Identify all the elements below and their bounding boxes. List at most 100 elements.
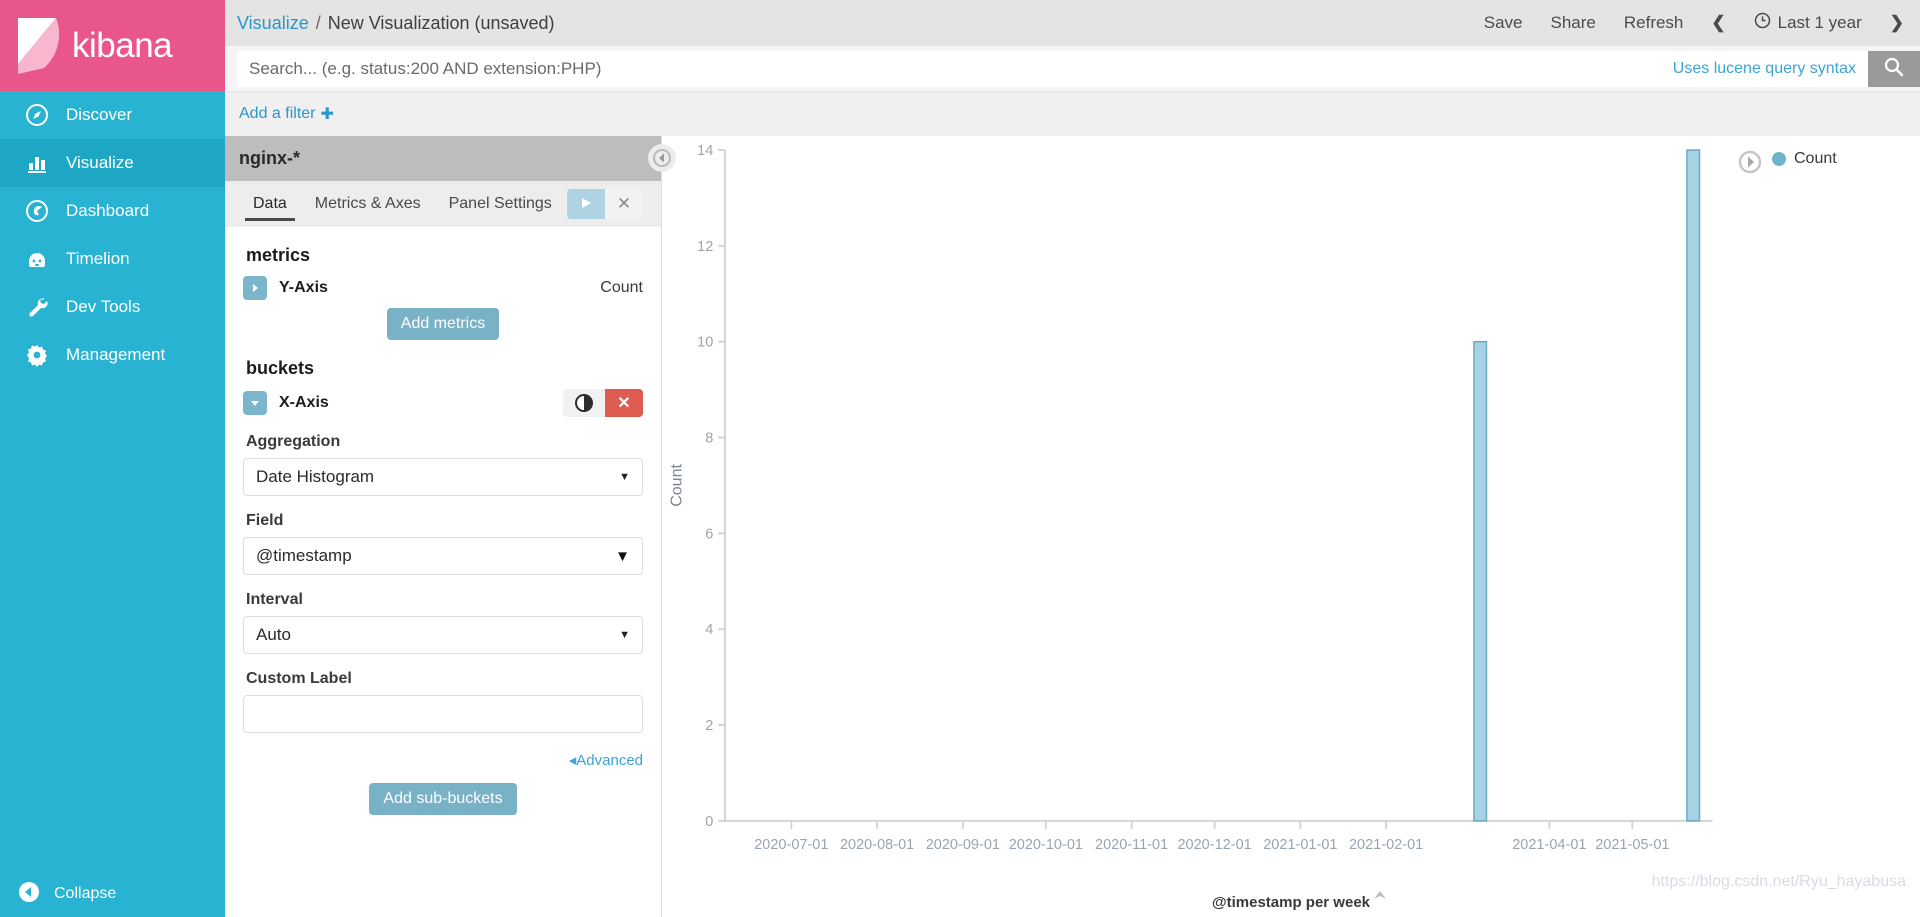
svg-text:2020-07-01: 2020-07-01	[754, 837, 828, 853]
svg-text:12: 12	[697, 239, 713, 255]
sidebar-item-label: Timelion	[66, 249, 130, 268]
top-navbar: Visualize / New Visualization (unsaved) …	[225, 0, 1920, 46]
chart-legend: Count	[1730, 136, 1920, 917]
chevron-down-icon: ▼	[615, 547, 630, 565]
sidebar-item-label: Dashboard	[66, 201, 150, 220]
bucket-label: X-Axis	[279, 394, 329, 411]
add-metrics-row: Add metrics	[243, 308, 643, 340]
svg-text:2020-08-01: 2020-08-01	[840, 837, 914, 853]
expand-right-icon[interactable]	[243, 276, 267, 300]
tab-panel-settings[interactable]: Panel Settings	[435, 181, 566, 227]
bar-chart-svg[interactable]: 0 2 4 6 8 10 12 14 Count 2020-07-01 2020-08-01 2020…	[662, 136, 1730, 917]
interval-select[interactable]: Auto ▼	[243, 616, 643, 654]
breadcrumb: Visualize / New Visualization (unsaved)	[237, 13, 555, 34]
sidebar-collapse-button[interactable]: Collapse	[0, 871, 225, 917]
chevron-left-icon[interactable]: ❮	[1711, 13, 1725, 33]
visualization-chart-area: 0 2 4 6 8 10 12 14 Count 2020-07-01 2020-08-01 2020…	[648, 136, 1920, 917]
search-input[interactable]	[249, 58, 1673, 79]
kibana-app: kibana Discover Visualize Dashboard Time	[0, 0, 1920, 917]
sidebar-item-management[interactable]: Management	[0, 331, 225, 379]
sidebar-item-label: Visualize	[66, 153, 134, 172]
field-select[interactable]: @timestamp ▼	[243, 537, 643, 575]
chevron-left-circle-icon[interactable]	[648, 144, 676, 172]
close-icon: ✕	[616, 194, 632, 213]
save-button[interactable]: Save	[1484, 13, 1523, 33]
svg-text:2: 2	[705, 718, 713, 734]
time-picker-button[interactable]: Last 1 year	[1754, 12, 1862, 34]
metrics-heading: metrics	[246, 245, 311, 265]
dashboard-icon	[24, 198, 50, 224]
apply-changes-button[interactable]	[567, 189, 605, 219]
kibana-logo-icon	[14, 17, 66, 74]
toggle-switch-icon[interactable]	[563, 389, 605, 417]
breadcrumb-separator: /	[315, 12, 321, 33]
chevron-up-icon[interactable]	[1367, 883, 1393, 909]
sidebar-item-label: Management	[66, 345, 166, 364]
compass-icon	[24, 102, 50, 128]
sidebar-item-timelion[interactable]: Timelion	[0, 235, 225, 283]
svg-text:2021-01-01: 2021-01-01	[1263, 837, 1337, 853]
search-button[interactable]	[1868, 50, 1920, 87]
chart-flex: 0 2 4 6 8 10 12 14 Count 2020-07-01 2020-08-01 2020…	[662, 136, 1920, 917]
legend-color-swatch	[1772, 152, 1786, 166]
refresh-button[interactable]: Refresh	[1624, 13, 1684, 33]
add-metrics-button[interactable]: Add metrics	[386, 308, 500, 340]
svg-text:0: 0	[705, 814, 713, 830]
tab-metrics-axes[interactable]: Metrics & Axes	[301, 181, 435, 227]
sidebar-item-label: Dev Tools	[66, 297, 141, 316]
metric-label: Y-Axis	[279, 279, 328, 296]
svg-text:2020-09-01: 2020-09-01	[926, 837, 1000, 853]
discard-changes-button[interactable]: ✕	[605, 189, 643, 219]
search-icon	[1883, 56, 1905, 81]
editor-tabs: Data Metrics & Axes Panel Settings ✕	[225, 181, 661, 227]
chevron-right-icon[interactable]: ❯	[1890, 13, 1904, 33]
share-button[interactable]: Share	[1550, 13, 1595, 33]
sidebar-item-label: Discover	[66, 105, 133, 124]
sidebar: kibana Discover Visualize Dashboard Time	[0, 0, 225, 917]
plus-icon: ✚	[320, 106, 334, 123]
filter-bar: Add a filter ✚	[225, 92, 1920, 136]
svg-text:2021-02-01: 2021-02-01	[1349, 837, 1423, 853]
sidebar-item-dashboard[interactable]: Dashboard	[0, 187, 225, 235]
buckets-heading: buckets	[246, 358, 315, 378]
sidebar-item-discover[interactable]: Discover	[0, 91, 225, 139]
add-sub-buckets-button[interactable]: Add sub-buckets	[369, 783, 517, 815]
svg-text:2020-10-01: 2020-10-01	[1009, 837, 1083, 853]
aggregation-label: Aggregation	[246, 433, 341, 450]
custom-label-input[interactable]	[243, 695, 643, 733]
editor-action-buttons: ✕	[567, 181, 661, 227]
advanced-toggle[interactable]: ◂Advanced	[569, 751, 643, 769]
aggregation-select[interactable]: Date Histogram ▼	[243, 458, 643, 496]
custom-label-label: Custom Label	[246, 670, 352, 687]
svg-text:2020-12-01: 2020-12-01	[1177, 837, 1251, 853]
bucket-row-x-axis[interactable]: X-Axis ✕	[243, 389, 643, 417]
svg-text:2020-11-01: 2020-11-01	[1095, 837, 1168, 853]
svg-text:6: 6	[705, 526, 713, 542]
top-actions: Save Share Refresh ❮ Last 1 year ❯	[1484, 12, 1904, 34]
wrench-icon	[24, 294, 50, 320]
add-filter-button[interactable]: Add a filter ✚	[239, 104, 334, 124]
timelion-icon	[24, 246, 50, 272]
breadcrumb-visualize-link[interactable]: Visualize	[237, 13, 309, 34]
svg-text:10: 10	[697, 334, 713, 350]
legend-item-count[interactable]: Count	[1772, 150, 1837, 168]
tab-label: Panel Settings	[448, 195, 552, 212]
svg-text:14: 14	[697, 143, 713, 159]
visualization-editor-panel: nginx-* Data Metrics & Axes Panel Settin…	[225, 136, 662, 917]
metric-row-y-axis[interactable]: Y-Axis Count	[243, 276, 643, 300]
kibana-logo-text: kibana	[72, 25, 173, 65]
delete-icon[interactable]: ✕	[605, 389, 643, 417]
chevron-right-circle-icon[interactable]	[1738, 150, 1762, 174]
tab-data[interactable]: Data	[239, 181, 301, 227]
time-range-label: Last 1 year	[1777, 13, 1862, 32]
kibana-logo[interactable]: kibana	[0, 0, 225, 91]
advanced-row: ◂Advanced	[243, 751, 643, 769]
expand-down-icon[interactable]	[243, 391, 267, 415]
sidebar-item-visualize[interactable]: Visualize	[0, 139, 225, 187]
svg-text:4: 4	[705, 622, 713, 638]
sidebar-item-dev-tools[interactable]: Dev Tools	[0, 283, 225, 331]
tab-label: Metrics & Axes	[314, 195, 421, 212]
lucene-syntax-hint[interactable]: Uses lucene query syntax	[1673, 60, 1856, 78]
tab-label: Data	[253, 195, 287, 212]
editor-body: metrics Y-Axis Count Add metrics buckets	[225, 227, 661, 917]
